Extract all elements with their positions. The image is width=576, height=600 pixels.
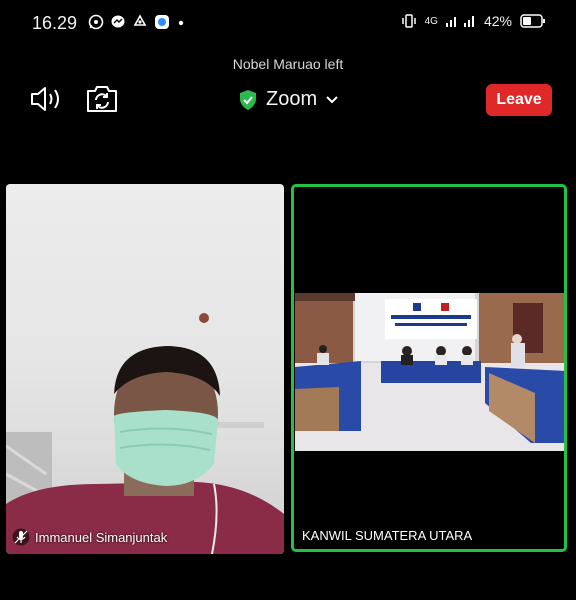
participant-name: Immanuel Simanjuntak <box>35 529 168 545</box>
switch-camera-icon[interactable] <box>84 84 120 114</box>
shield-check-icon <box>240 89 256 110</box>
meeting-title: Zoom <box>266 88 318 110</box>
chevron-down-icon <box>326 95 338 103</box>
speaker-icon[interactable] <box>30 84 64 114</box>
status-right: 4G 42% <box>401 13 546 29</box>
messenger-icon <box>111 15 125 28</box>
status-bar: 16.29 4G 42% <box>0 0 576 48</box>
more-notifications-dot-icon <box>178 20 184 26</box>
network-type: 4G <box>424 15 438 27</box>
vibrate-icon <box>401 14 416 28</box>
status-time: 16.29 <box>32 13 78 33</box>
leave-button[interactable]: Leave <box>486 84 552 116</box>
participant-video <box>6 313 284 554</box>
active-speaker-video-tile[interactable]: KANWIL SUMATERA UTARA <box>291 184 567 552</box>
notification-icons <box>88 14 186 30</box>
zoom-app-icon <box>155 15 169 29</box>
sync-icon <box>133 14 147 26</box>
participant-name-label: Immanuel Simanjuntak <box>12 528 167 546</box>
participant-video-tile[interactable]: Immanuel Simanjuntak <box>6 184 284 554</box>
battery-icon <box>520 14 545 28</box>
room-video-feed <box>295 293 564 451</box>
whatsapp-icon <box>88 14 104 30</box>
participant-name: KANWIL SUMATERA UTARA <box>302 528 473 543</box>
battery-percent: 42% <box>483 13 512 29</box>
signal-icon <box>445 16 474 27</box>
microphone-icon <box>12 528 30 546</box>
meeting-title-dropdown[interactable]: Zoom <box>238 88 339 111</box>
participant-left-notice: Nobel Maruao left <box>232 56 344 72</box>
